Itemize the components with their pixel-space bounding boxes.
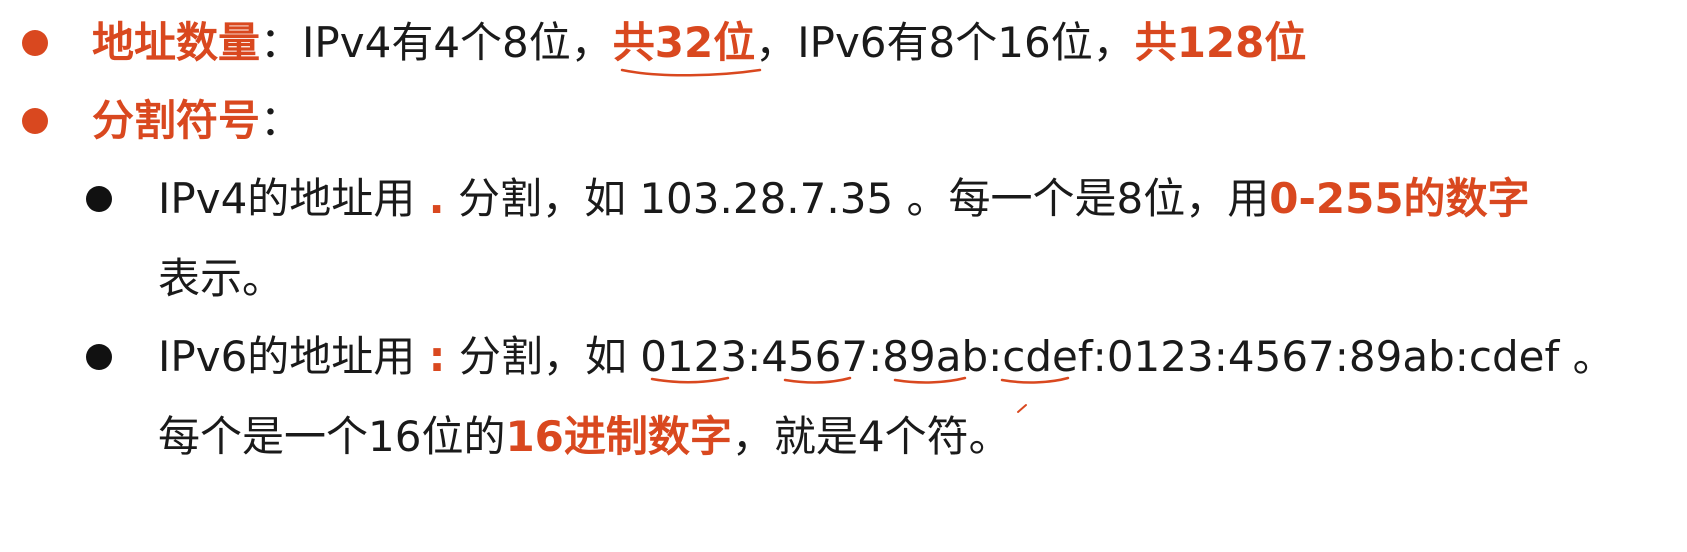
ipv4-text-2: 分割，如 103.28.7.35 。每一个是8位，用 bbox=[457, 174, 1270, 223]
ipv6-text-3: 。 bbox=[1559, 332, 1615, 381]
address-count-highlight-128: 共128位 bbox=[1134, 18, 1307, 67]
ipv4-highlight: 0-255的数字 bbox=[1269, 174, 1530, 223]
separator-colon: ： bbox=[260, 96, 303, 145]
ipv6-group: 4567 bbox=[1227, 332, 1335, 381]
address-count-highlight-32: 共32位 bbox=[612, 18, 756, 67]
ipv6-group: 0123 bbox=[1106, 332, 1214, 381]
ipv6-highlight: 16进制数字 bbox=[505, 412, 732, 461]
ipv4-separator-char: . bbox=[428, 174, 445, 223]
ipv6-group: cdef bbox=[1002, 332, 1093, 381]
ipv6-group: 4567 bbox=[761, 332, 869, 381]
ipv4-line-2: 表示。 bbox=[158, 254, 285, 303]
address-count-label: 地址数量 bbox=[92, 18, 261, 67]
ipv6-group: cdef bbox=[1468, 332, 1560, 381]
ipv4-text-1: IPv4的地址用 bbox=[158, 174, 416, 223]
bullet-dot-red bbox=[22, 108, 48, 134]
ipv6-line-2-a: 每个是一个16位的 bbox=[158, 412, 506, 461]
item-ipv6-line-1: IPv6的地址用 : 分割，如 0123:4567:89ab:cdef:0123… bbox=[158, 336, 1615, 378]
item-ipv4-line-1: IPv4的地址用 . 分割，如 103.28.7.35 。每一个是8位，用0-2… bbox=[158, 178, 1530, 220]
ipv6-separator-char: : bbox=[428, 332, 446, 381]
bullet-dot-red bbox=[22, 30, 48, 56]
address-count-text-1: IPv4有4个8位， bbox=[302, 18, 613, 67]
ipv6-line-2-b: ，就是4个符。 bbox=[731, 412, 1011, 461]
ipv6-example-address: 0123:4567:89ab:cdef:0123:4567:89ab:cdef bbox=[640, 332, 1560, 381]
ipv6-group: 89ab bbox=[882, 332, 989, 381]
pen-tick-mark bbox=[1017, 404, 1027, 413]
bullet-dot-black bbox=[86, 344, 112, 370]
separator-label: 分割符号 bbox=[92, 96, 261, 145]
item-address-count: 地址数量：IPv4有4个8位，共32位，IPv6有8个16位，共128位 bbox=[92, 22, 1306, 64]
item-ipv6-line-2: 每个是一个16位的16进制数字，就是4个符。 bbox=[158, 416, 1011, 458]
address-count-text-2: ，IPv6有8个16位， bbox=[755, 18, 1135, 67]
ipv6-group: 89ab bbox=[1348, 332, 1455, 381]
item-ipv4-line-2: 表示。 bbox=[158, 258, 284, 300]
ipv6-text-2: 分割，如 bbox=[458, 332, 627, 381]
ipv6-text-1: IPv6的地址用 bbox=[158, 332, 416, 381]
underline-32bit bbox=[620, 68, 762, 77]
item-separator: 分割符号： bbox=[92, 100, 302, 142]
address-count-colon: ： bbox=[260, 18, 303, 67]
ipv6-group: 0123 bbox=[640, 332, 748, 381]
bullet-dot-black bbox=[86, 186, 112, 212]
